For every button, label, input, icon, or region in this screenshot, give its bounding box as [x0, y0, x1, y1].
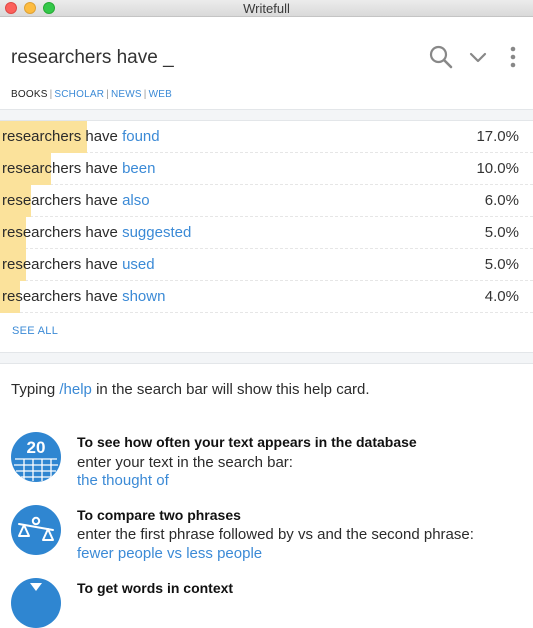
help-intro-text: in the search bar will show this help ca…: [91, 381, 370, 398]
help-card-title: To get words in context: [77, 580, 234, 596]
result-phrase: researchers have also: [2, 192, 150, 209]
result-phrase: researchers have been: [2, 160, 155, 177]
source-separator: |: [143, 89, 147, 100]
result-phrase: researchers have shown: [2, 288, 165, 305]
help-card-desc: enter your text in the search bar:: [77, 454, 293, 471]
result-row[interactable]: researchers have also 6.0%: [0, 185, 533, 217]
result-row[interactable]: researchers have used 5.0%: [0, 249, 533, 281]
help-card-desc: enter the first phrase followed by vs an…: [77, 526, 474, 543]
section-divider: [0, 109, 533, 121]
tab-web[interactable]: WEB: [149, 89, 172, 100]
search-input[interactable]: researchers have _: [11, 47, 174, 69]
result-percent: 17.0%: [476, 128, 519, 145]
result-row[interactable]: researchers have shown 4.0%: [0, 281, 533, 313]
section-divider: [0, 352, 533, 364]
help-card-title: To compare two phrases: [77, 507, 241, 523]
phrase-base: researchers have: [2, 224, 118, 241]
results-list: researchers have found 17.0% researchers…: [0, 121, 533, 313]
result-row[interactable]: researchers have been 10.0%: [0, 153, 533, 185]
tab-news[interactable]: NEWS: [111, 89, 142, 100]
see-all-link[interactable]: SEE ALL: [12, 325, 58, 337]
result-row[interactable]: researchers have suggested 5.0%: [0, 217, 533, 249]
search-icon[interactable]: [428, 44, 454, 70]
window-title: Writefull: [243, 1, 290, 16]
phrase-base: researchers have: [2, 192, 118, 209]
help-card-example[interactable]: fewer people vs less people: [77, 545, 262, 562]
phrase-next-word[interactable]: been: [122, 160, 155, 177]
frequency-20-icon: 20: [11, 432, 61, 482]
help-card-title: To see how often your text appears in th…: [77, 434, 417, 450]
result-phrase: researchers have used: [2, 256, 155, 273]
phrase-base: researchers have: [2, 128, 118, 145]
help-intro: Typing /help in the search bar will show…: [11, 381, 370, 398]
help-intro-text: Typing: [11, 381, 60, 398]
result-percent: 6.0%: [484, 192, 519, 209]
phrase-next-word[interactable]: also: [122, 192, 150, 209]
source-tabs: BOOKS | SCHOLAR | NEWS | WEB: [11, 89, 172, 100]
phrase-next-word[interactable]: found: [122, 128, 160, 145]
result-phrase: researchers have suggested: [2, 224, 191, 241]
phrase-base: researchers have: [2, 160, 118, 177]
balance-scale-icon: [11, 505, 61, 555]
phrase-base: researchers have: [2, 288, 118, 305]
help-command[interactable]: /help: [59, 381, 92, 398]
search-header: researchers have _ BOOKS | SCHOLAR | NEWS | WE…: [0, 17, 533, 109]
phrase-next-word[interactable]: suggested: [122, 224, 191, 241]
frequency-number: 20: [27, 438, 46, 457]
result-percent: 5.0%: [484, 224, 519, 241]
phrase-next-word[interactable]: shown: [122, 288, 165, 305]
result-percent: 4.0%: [484, 288, 519, 305]
help-card-example[interactable]: the thought of: [77, 472, 169, 489]
tab-books[interactable]: BOOKS: [11, 89, 48, 100]
result-row[interactable]: researchers have found 17.0%: [0, 121, 533, 153]
result-phrase: researchers have found: [2, 128, 160, 145]
phrase-base: researchers have: [2, 256, 118, 273]
result-percent: 5.0%: [484, 256, 519, 273]
window-titlebar: Writefull: [0, 0, 533, 17]
source-separator: |: [106, 89, 109, 100]
context-arrow-icon: [11, 578, 61, 628]
source-separator: |: [49, 89, 53, 100]
result-percent: 10.0%: [476, 160, 519, 177]
chevron-down-icon[interactable]: [465, 44, 491, 70]
phrase-next-word[interactable]: used: [122, 256, 155, 273]
tab-scholar[interactable]: SCHOLAR: [54, 89, 104, 100]
more-vertical-icon[interactable]: [500, 44, 526, 70]
